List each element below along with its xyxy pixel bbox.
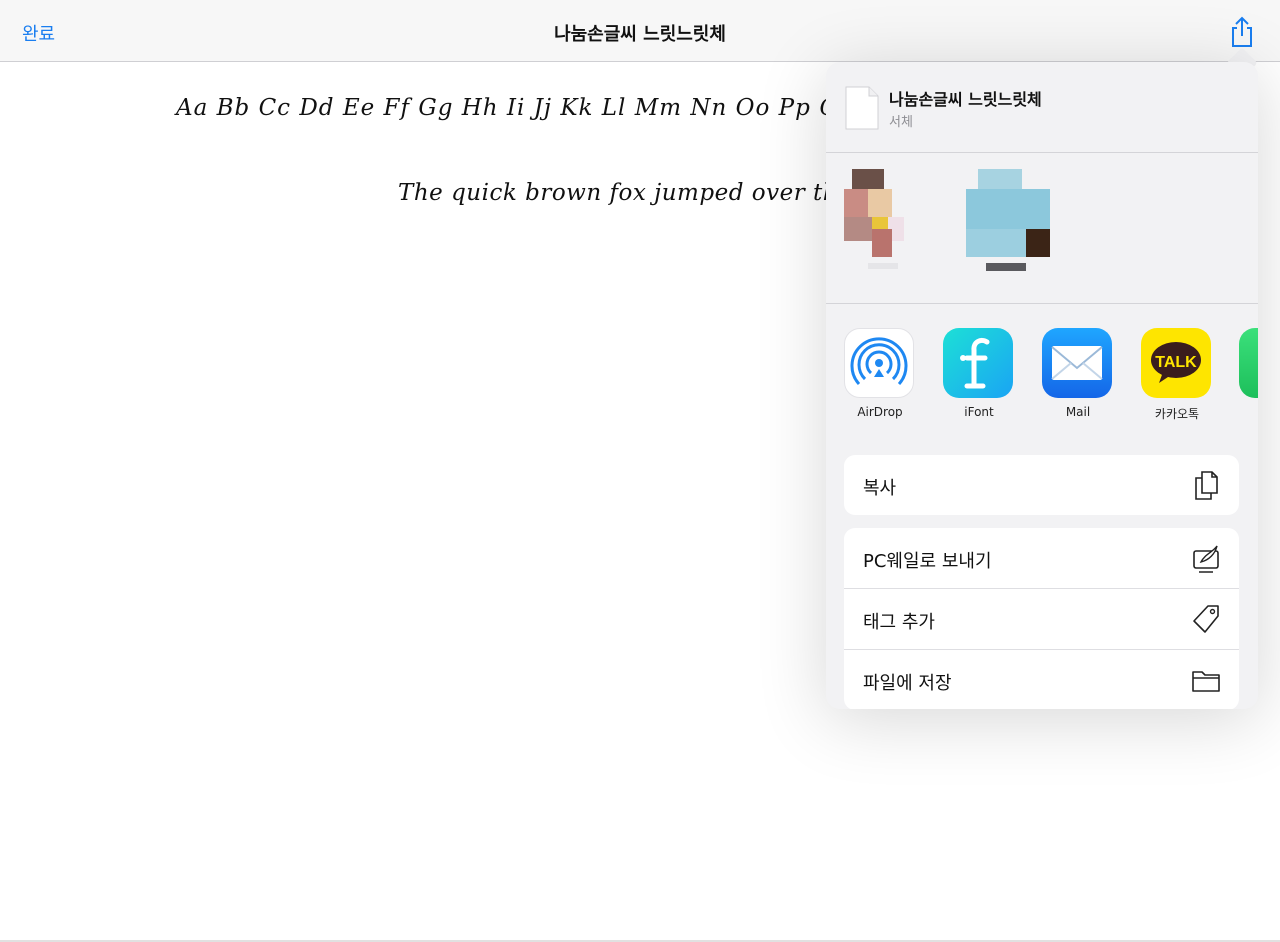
app-mail[interactable]: Mail: [1042, 328, 1114, 419]
action-save-to-files[interactable]: 파일에 저장: [844, 650, 1239, 709]
navigation-bar: 완료 나눔손글씨 느릿느릿체: [0, 0, 1280, 62]
page-title: 나눔손글씨 느릿느릿체: [554, 24, 726, 45]
share-sheet: 나눔손글씨 느릿느릿체 서체 AirDrop iFont Mail TALK 카…: [826, 62, 1258, 709]
app-kakaotalk[interactable]: TALK 카카오톡: [1141, 328, 1213, 422]
action-label: PC웨일로 보내기: [863, 551, 992, 572]
sentence-sample: The quick brown fox jumped over the laz: [398, 180, 895, 206]
app-label: 카카오톡: [1154, 407, 1200, 421]
share-apps-row: AirDrop iFont Mail TALK 카카오톡: [826, 304, 1258, 434]
app-label: AirDrop: [857, 405, 903, 419]
file-header: 나눔손글씨 느릿느릿체 서체: [826, 62, 1258, 152]
action-group-more: PC웨일로 보내기 태그 추가 파일에 저장: [844, 528, 1239, 709]
action-send-to-whale[interactable]: PC웨일로 보내기: [844, 528, 1239, 589]
action-add-tag[interactable]: 태그 추가: [844, 589, 1239, 650]
whale-send-icon: [1193, 545, 1219, 573]
action-label: 파일에 저장: [863, 673, 952, 694]
alphabet-sample: Aa Bb Cc Dd Ee Ff Gg Hh Ii Jj Kk Ll Mm N…: [176, 95, 932, 121]
app-ifont[interactable]: iFont: [943, 328, 1015, 419]
kakaotalk-icon: TALK: [1141, 328, 1211, 398]
ifont-icon: [943, 328, 1013, 398]
contact-avatar[interactable]: [966, 169, 1062, 289]
action-group-copy: 복사: [844, 455, 1239, 515]
app-partial[interactable]: N: [1239, 328, 1258, 419]
file-name: 나눔손글씨 느릿느릿체: [889, 90, 1042, 109]
action-copy[interactable]: 복사: [844, 455, 1239, 515]
contact-avatar[interactable]: [844, 169, 940, 289]
app-airdrop[interactable]: AirDrop: [844, 328, 916, 419]
file-type: 서체: [889, 115, 913, 130]
copy-icon: [1195, 471, 1218, 500]
tag-icon: [1193, 605, 1219, 633]
folder-icon: [1192, 671, 1220, 692]
action-label: 태그 추가: [863, 612, 935, 633]
contact-suggestions: [826, 153, 1258, 303]
app-label: Mail: [1065, 405, 1091, 419]
airdrop-icon: [844, 328, 914, 398]
app-icon-green: [1239, 328, 1258, 398]
mail-icon: [1042, 328, 1112, 398]
app-label: N: [1239, 405, 1258, 419]
document-icon: [845, 86, 879, 130]
kakaotalk-badge-text: TALK: [1155, 354, 1197, 371]
action-label: 복사: [863, 478, 897, 499]
app-label: iFont: [964, 405, 994, 419]
share-icon[interactable]: [1228, 16, 1256, 48]
